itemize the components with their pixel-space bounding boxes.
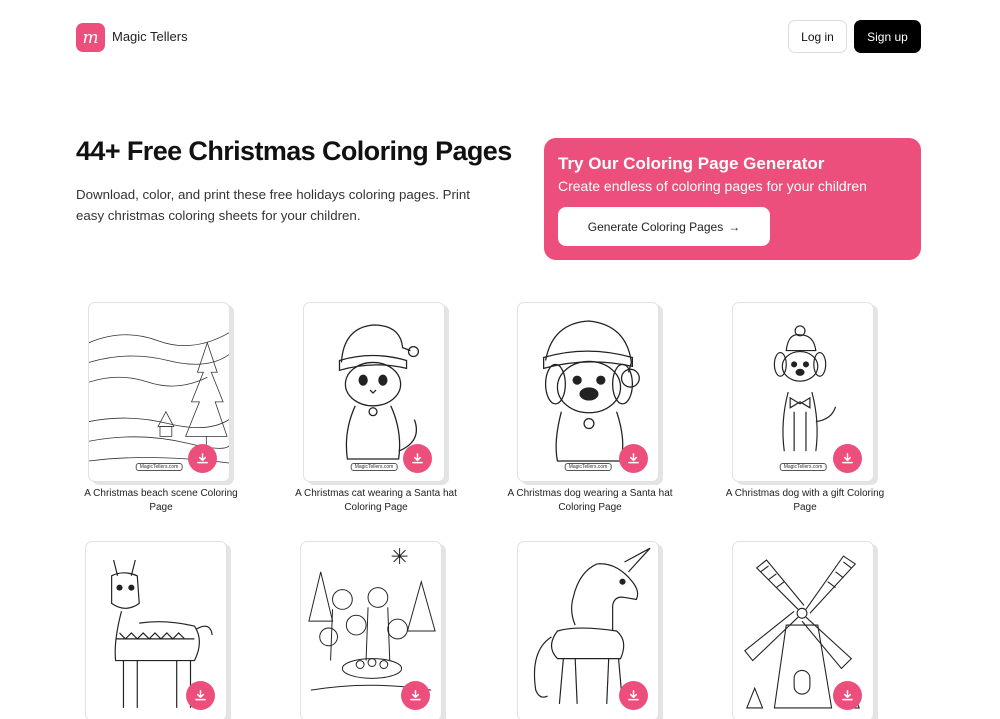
download-icon[interactable] [619, 681, 648, 710]
card-caption[interactable]: A Christmas cat wearing a Santa hat Colo… [291, 487, 461, 515]
watermark: MagicTellers.com [564, 463, 612, 471]
download-icon[interactable] [403, 444, 432, 473]
download-icon[interactable] [188, 444, 217, 473]
card-caption[interactable]: A Christmas dog wearing a Santa hat Colo… [505, 487, 675, 515]
download-icon[interactable] [833, 681, 862, 710]
page-title: 44+ Free Christmas Coloring Pages [76, 136, 512, 166]
generate-coloring-pages-button[interactable]: Generate Coloring Pages → [558, 207, 770, 246]
card-caption[interactable]: A Christmas beach scene Coloring Page [76, 487, 246, 515]
login-button[interactable]: Log in [788, 20, 847, 53]
logo-icon[interactable]: m [76, 23, 105, 52]
promo-subtitle: Create endless of coloring pages for you… [558, 178, 867, 194]
page-description: Download, color, and print these free ho… [76, 187, 470, 223]
download-icon[interactable] [401, 681, 430, 710]
generator-promo-card: Try Our Coloring Page Generator Create e… [544, 138, 921, 260]
promo-title: Try Our Coloring Page Generator [558, 154, 825, 173]
download-icon[interactable] [186, 681, 215, 710]
watermark: MagicTellers.com [135, 463, 183, 471]
site-header: m Magic Tellers Log in Sign up [76, 20, 921, 54]
signup-button[interactable]: Sign up [854, 20, 921, 53]
brand-name[interactable]: Magic Tellers [112, 29, 188, 44]
watermark: MagicTellers.com [350, 463, 398, 471]
arrow-right-icon: → [728, 219, 741, 234]
download-icon[interactable] [619, 444, 648, 473]
watermark: MagicTellers.com [779, 463, 827, 471]
card-caption[interactable]: A Christmas dog with a gift Coloring Pag… [720, 487, 890, 515]
generate-button-label: Generate Coloring Pages [587, 219, 724, 234]
download-icon[interactable] [833, 444, 862, 473]
